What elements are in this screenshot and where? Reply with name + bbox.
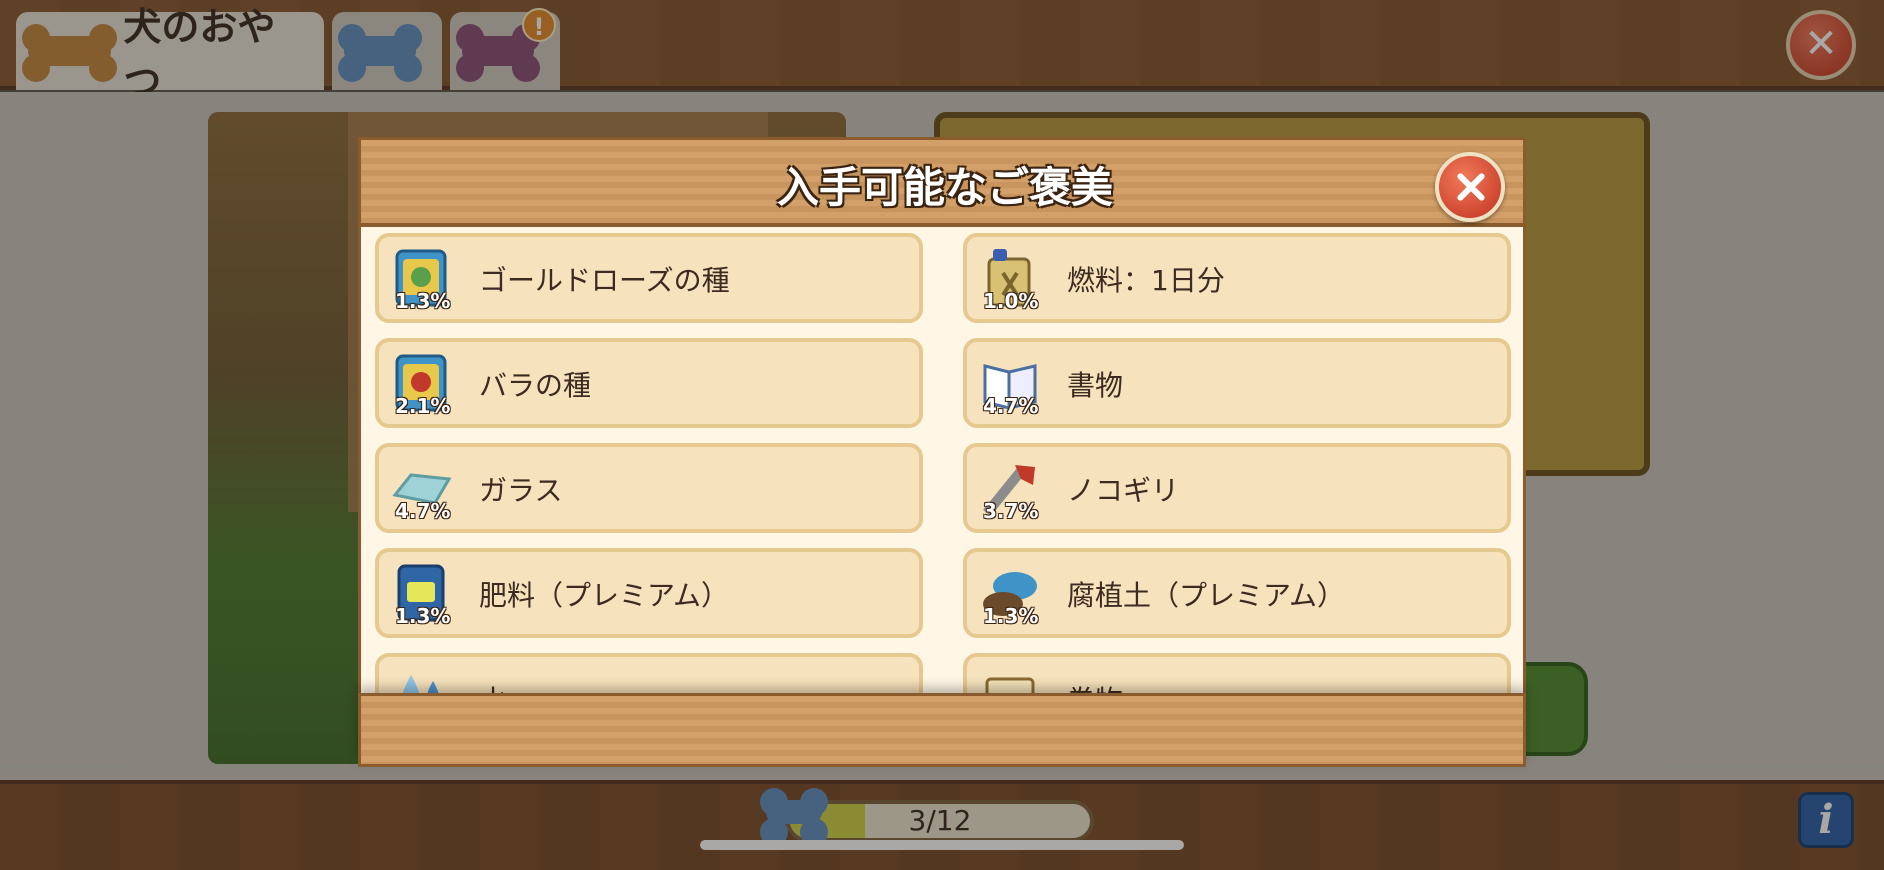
reward-percent: 1.3% [395, 289, 451, 313]
reward-name: バラの種 [479, 369, 592, 402]
modal-close-button[interactable] [1435, 152, 1505, 222]
reward-name: ゴールドローズの種 [479, 264, 730, 297]
rewards-list[interactable]: 1.3% ゴールドローズの種 1.0% 燃料：1日分 2.1% バラの種 4.7% 書物 4.7… [358, 227, 1526, 693]
reward-item[interactable]: 2.1% バラの種 [375, 338, 923, 428]
reward-item[interactable]: 1.3% ゴールドローズの種 [375, 233, 923, 323]
reward-name: 巻物 [1067, 679, 1123, 693]
reward-item[interactable]: 3.7% ノコギリ [963, 443, 1511, 533]
reward-item[interactable]: 4.7% 書物 [963, 338, 1511, 428]
reward-item[interactable]: 巻物 [963, 653, 1511, 693]
reward-item[interactable]: 1.3% 肥料（プレミアム） [375, 548, 923, 638]
reward-name: ノコギリ [1067, 474, 1180, 507]
rewards-modal: 入手可能なご褒美 1.3% ゴールドローズの種 1.0% 燃料：1日分 2.1% バラの種… [358, 137, 1526, 767]
reward-percent: 1.3% [983, 604, 1039, 628]
reward-name: ガラス [479, 474, 563, 507]
reward-item[interactable]: 水 [375, 653, 923, 693]
reward-name: 肥料（プレミアム） [479, 579, 730, 612]
water-drops-icon [391, 667, 453, 693]
reward-item[interactable]: 1.0% 燃料：1日分 [963, 233, 1511, 323]
reward-percent: 1.3% [395, 604, 451, 628]
reward-percent: 4.7% [983, 394, 1039, 418]
reward-name: 水 [479, 679, 507, 693]
reward-item[interactable]: 4.7% ガラス [375, 443, 923, 533]
reward-percent: 4.7% [395, 499, 451, 523]
reward-percent: 2.1% [395, 394, 451, 418]
modal-footer [358, 693, 1526, 767]
reward-name: 書物 [1067, 369, 1124, 402]
modal-title: 入手可能なご褒美 [776, 163, 1113, 212]
reward-name: 腐植土（プレミアム） [1067, 579, 1346, 612]
reward-name: 燃料：1日分 [1067, 264, 1225, 297]
reward-percent: 1.0% [983, 289, 1039, 313]
scroll-icon [979, 667, 1041, 693]
reward-item[interactable]: 1.3% 腐植土（プレミアム） [963, 548, 1511, 638]
modal-header: 入手可能なご褒美 [358, 137, 1526, 227]
reward-percent: 3.7% [983, 499, 1039, 523]
